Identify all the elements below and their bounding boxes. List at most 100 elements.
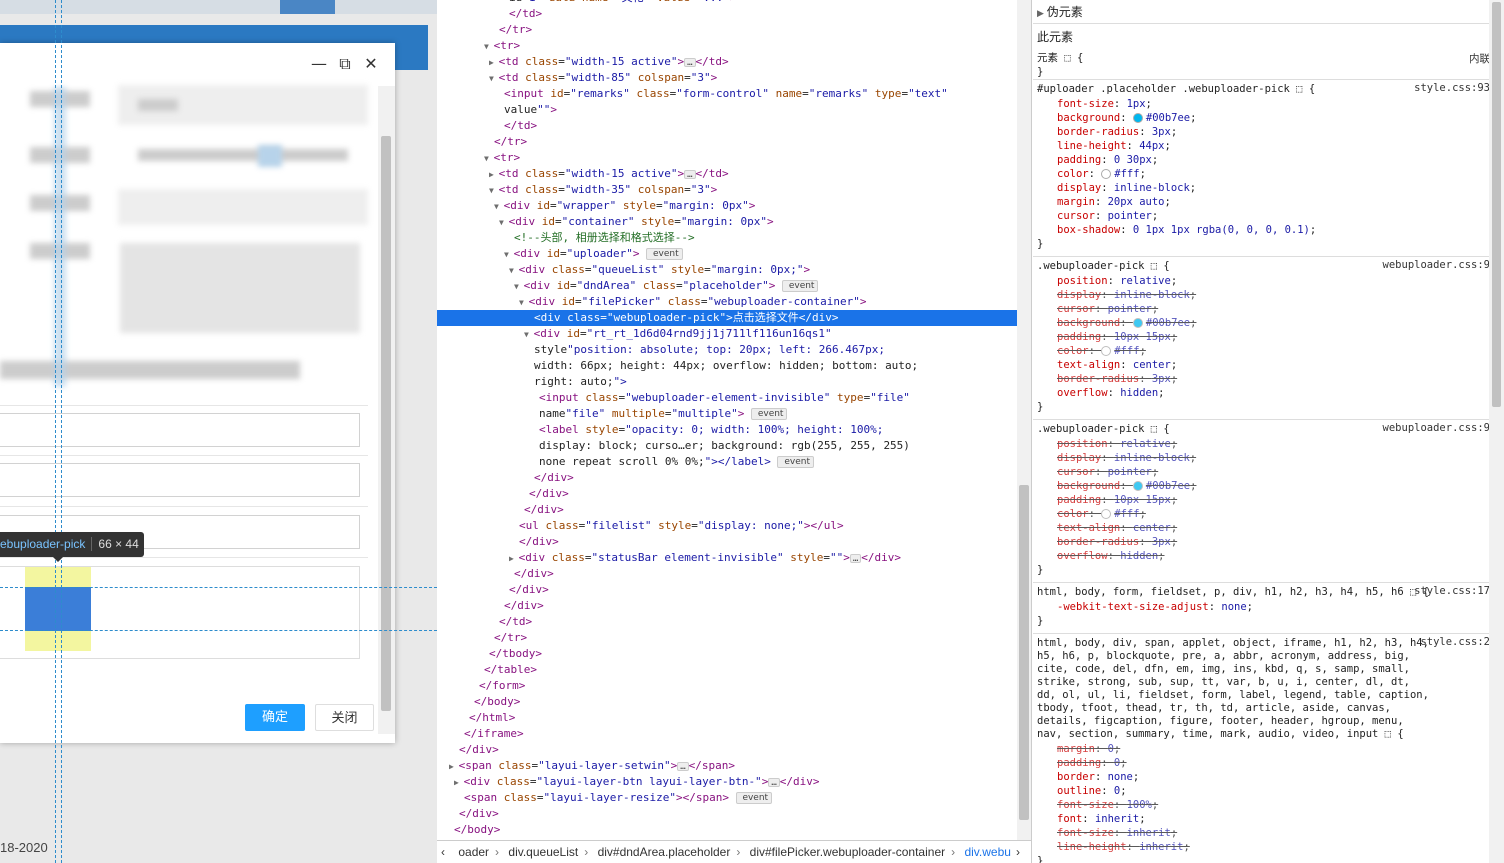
dom-node[interactable]: ▼ <tr>: [437, 150, 520, 166]
rule-source-link[interactable]: webuploader.css:9: [1383, 422, 1490, 434]
style-property[interactable]: cursor: pointer;: [1057, 465, 1158, 479]
triangle-down-icon[interactable]: ▼: [499, 218, 509, 227]
dom-node[interactable]: </tr>: [437, 134, 527, 150]
dom-node[interactable]: display: block; curso…er; background: rg…: [437, 438, 910, 454]
style-property[interactable]: padding: 10px 15px;: [1057, 493, 1177, 507]
event-badge[interactable]: event: [646, 248, 683, 260]
dom-node[interactable]: <span class="layui-layer-resize"></span>…: [437, 790, 773, 806]
rule-source-link[interactable]: style.css:93: [1414, 82, 1490, 94]
rule-selector[interactable]: .webuploader-pick ⬚ {: [1037, 422, 1170, 436]
ellipsis-badge[interactable]: …: [768, 777, 780, 787]
triangle-down-icon[interactable]: ▼: [519, 298, 529, 307]
triangle-down-icon[interactable]: ▼: [489, 74, 499, 83]
dom-node[interactable]: <ul class="filelist" style="display: non…: [437, 518, 844, 534]
dom-node[interactable]: </div>: [437, 534, 559, 550]
dom-node[interactable]: </html>: [437, 710, 515, 726]
style-property[interactable]: margin: 0;: [1057, 742, 1120, 756]
breadcrumb-item[interactable]: div#filePicker.webuploader-container: [750, 845, 945, 859]
dom-node[interactable]: ▼ <div id="filePicker" class="webuploade…: [437, 294, 866, 310]
style-property[interactable]: cursor: pointer;: [1057, 209, 1158, 223]
chevron-right-icon[interactable]: ›: [1016, 841, 1020, 863]
dom-node[interactable]: </div>: [437, 486, 569, 502]
breadcrumb-item-current[interactable]: div.webu: [964, 845, 1010, 859]
style-property[interactable]: display: inline-block;: [1057, 451, 1196, 465]
dom-node[interactable]: ▼ <td class="width-35" colspan="3">: [437, 182, 717, 198]
style-property[interactable]: position: relative;: [1057, 437, 1177, 451]
minimize-icon[interactable]: —: [310, 55, 328, 73]
rule-selector[interactable]: html, body, form, fieldset, p, div, h1, …: [1037, 585, 1429, 599]
dom-node[interactable]: </tbody>: [437, 646, 542, 662]
dom-node[interactable]: </div>: [437, 566, 554, 582]
dom-node[interactable]: </div>: [437, 470, 574, 486]
style-property[interactable]: outline: 0;: [1057, 784, 1127, 798]
style-property[interactable]: margin: 20px auto;: [1057, 195, 1171, 209]
dom-node[interactable]: ▼ <td class="width-85" colspan="3">: [437, 70, 717, 86]
dom-node[interactable]: ▼ <div id="wrapper" style="margin: 0px">: [437, 198, 755, 214]
chevron-left-icon[interactable]: ‹: [441, 845, 445, 859]
dom-node[interactable]: none repeat scroll 0% 0%;"></label> even…: [437, 454, 814, 470]
dom-node[interactable]: </div>: [437, 598, 544, 614]
style-property[interactable]: padding: 0 30px;: [1057, 153, 1158, 167]
dom-node[interactable]: </body>: [437, 822, 500, 838]
event-badge[interactable]: event: [750, 408, 788, 420]
style-property[interactable]: cursor: pointer;: [1057, 302, 1158, 316]
style-property[interactable]: overflow: hidden;: [1057, 549, 1165, 563]
triangle-down-icon[interactable]: ▼: [514, 282, 524, 291]
style-property[interactable]: text-align: center;: [1057, 358, 1177, 372]
dom-node[interactable]: ▼ <div id="dndArea" class="placeholder">…: [437, 278, 819, 294]
style-property[interactable]: padding: 0;: [1057, 756, 1127, 770]
dom-node[interactable]: style"position: absolute; top: 20px; lef…: [437, 342, 885, 358]
triangle-down-icon[interactable]: ▼: [509, 266, 519, 275]
rule-selector[interactable]: strike, strong, sub, sup, tt, var, b, u,…: [1037, 675, 1410, 689]
ellipsis-badge[interactable]: …: [684, 57, 696, 67]
breadcrumb-item[interactable]: div#dndArea.placeholder: [598, 845, 731, 859]
dom-node[interactable]: </div>: [437, 742, 499, 758]
style-property[interactable]: line-height: inherit;: [1057, 840, 1190, 854]
style-property[interactable]: padding: 10px 15px;: [1057, 330, 1177, 344]
dom-node[interactable]: </body>: [437, 694, 520, 710]
dom-node[interactable]: ▼ <div id="rt_rt_1d6d04rnd9jj1j711lf116u…: [437, 326, 832, 342]
style-property[interactable]: background: #00b7ee;: [1057, 479, 1196, 493]
rule-selector[interactable]: tbody, tfoot, thead, tr, th, td, article…: [1037, 701, 1391, 715]
ellipsis-badge[interactable]: …: [684, 169, 696, 179]
rule-selector[interactable]: details, figcaption, figure, footer, hea…: [1037, 714, 1404, 728]
rule-selector[interactable]: #uploader .placeholder .webuploader-pick…: [1037, 82, 1315, 96]
style-property[interactable]: background: #00b7ee;: [1057, 316, 1196, 330]
style-property[interactable]: font-size: 1px;: [1057, 97, 1152, 111]
dom-node[interactable]: right: auto;">: [437, 374, 627, 390]
rule-selector[interactable]: html, body, div, span, applet, object, i…: [1037, 636, 1429, 650]
dom-node[interactable]: </div>: [437, 502, 564, 518]
triangle-right-icon[interactable]: ▶: [454, 778, 464, 787]
dom-node[interactable]: ▼ <div id="uploader"> event: [437, 246, 683, 262]
style-property[interactable]: box-shadow: 0 1px 1px rgba(0, 0, 0, 0.1)…: [1057, 223, 1316, 237]
dom-node[interactable]: <input class="webuploader-element-invisi…: [437, 390, 910, 406]
pseudo-elements-header[interactable]: ▶ 伪元素: [1037, 3, 1083, 20]
dom-node[interactable]: </div>: [437, 582, 549, 598]
maximize-icon[interactable]: ⧉: [336, 55, 354, 73]
style-property[interactable]: font-size: 100%;: [1057, 798, 1158, 812]
style-property[interactable]: font: inherit;: [1057, 812, 1146, 826]
triangle-right-icon[interactable]: ▶: [489, 58, 499, 67]
triangle-right-icon[interactable]: ▶: [489, 170, 499, 179]
dom-node[interactable]: </tr>: [437, 630, 527, 646]
dialog-scrollbar[interactable]: [378, 86, 395, 734]
style-property[interactable]: text-align: center;: [1057, 521, 1177, 535]
dom-node[interactable]: ▶ <span class="layui-layer-setwin">… </sp…: [437, 758, 735, 774]
dom-node[interactable]: </iframe>: [437, 726, 524, 742]
style-property[interactable]: border-radius: 3px;: [1057, 535, 1177, 549]
style-property[interactable]: color: #fff;: [1057, 507, 1146, 521]
style-property[interactable]: line-height: 44px;: [1057, 139, 1171, 153]
dom-node[interactable]: ▶ <div class="statusBar element-invisibl…: [437, 550, 901, 566]
style-property[interactable]: position: relative;: [1057, 274, 1177, 288]
dom-node[interactable]: <!--头部, 相册选择和格式选择-->: [437, 230, 695, 246]
dom-node[interactable]: ▶ <td class="width-15 active">… </td>: [437, 166, 729, 182]
event-badge[interactable]: event: [735, 792, 773, 804]
dom-node[interactable]: <input id="remarks" class="form-control"…: [437, 86, 948, 102]
triangle-right-icon[interactable]: ▶: [509, 554, 519, 563]
dom-node[interactable]: width: 66px; height: 44px; overflow: hid…: [437, 358, 918, 374]
triangle-right-icon[interactable]: ▶: [449, 762, 459, 771]
rule-selector[interactable]: cite, code, del, dfn, em, img, ins, kbd,…: [1037, 662, 1410, 676]
dom-node[interactable]: ▶ <td class="width-15 active">… </td>: [437, 54, 729, 70]
rule-selector[interactable]: h5, h6, p, blockquote, pre, a, abbr, acr…: [1037, 649, 1410, 663]
form-input[interactable]: [0, 413, 360, 447]
